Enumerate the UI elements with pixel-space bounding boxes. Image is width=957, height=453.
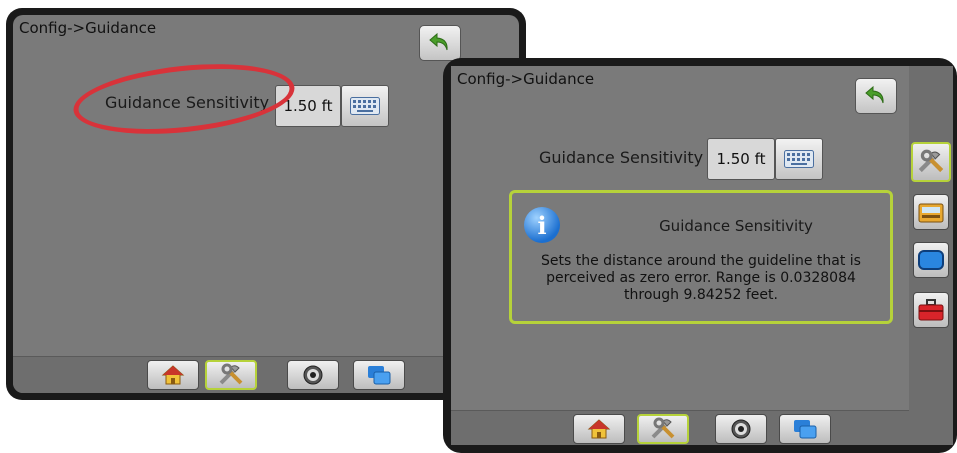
nav-gps-button[interactable]: [715, 414, 767, 444]
right-screen: Config->Guidance Guidance Sensitivity 1.…: [451, 66, 909, 445]
back-arrow-icon: [865, 85, 884, 104]
nav-tools-button[interactable]: [637, 414, 689, 444]
highlight-annotation: [70, 54, 298, 144]
keyboard-button[interactable]: [775, 138, 823, 180]
side-tab-display[interactable]: [913, 242, 949, 278]
guidance-sensitivity-value[interactable]: 1.50 ft: [707, 138, 775, 180]
back-button[interactable]: [419, 25, 461, 61]
keyboard-icon: [784, 150, 814, 168]
nav-layers-button[interactable]: [353, 360, 405, 390]
back-button[interactable]: [855, 78, 897, 114]
side-tab-column: [909, 66, 953, 445]
info-popup-title: Guidance Sensitivity: [659, 217, 813, 235]
nav-home-button[interactable]: [147, 360, 199, 390]
tools-icon: [918, 149, 944, 173]
nav-home-button[interactable]: [573, 414, 625, 444]
keyboard-button[interactable]: [341, 85, 389, 127]
keyboard-icon: [350, 97, 380, 115]
side-tab-console[interactable]: [913, 194, 949, 230]
toolbox-icon: [918, 299, 944, 321]
layers-icon: [368, 366, 391, 385]
nav-layers-button[interactable]: [779, 414, 831, 444]
nav-gps-button[interactable]: [287, 360, 339, 390]
layers-icon: [794, 420, 817, 439]
tools-icon: [219, 363, 243, 385]
back-arrow-icon: [429, 32, 448, 51]
breadcrumb: Config->Guidance: [457, 70, 595, 88]
home-icon: [161, 365, 185, 385]
breadcrumb: Config->Guidance: [19, 19, 157, 37]
gps-icon: [731, 419, 751, 439]
info-icon: i: [524, 207, 560, 243]
display-icon: [918, 250, 944, 270]
home-icon: [587, 419, 611, 439]
guidance-sensitivity-label: Guidance Sensitivity: [539, 148, 704, 167]
side-tab-tools[interactable]: [911, 142, 951, 182]
info-popup-body: Sets the distance around the guideline t…: [541, 253, 861, 303]
bottom-nav-bar: [451, 410, 909, 445]
tools-icon: [651, 417, 675, 439]
side-tab-toolbox[interactable]: [913, 292, 949, 328]
info-popup[interactable]: i Guidance Sensitivity Sets the distance…: [509, 190, 893, 324]
console-icon: [918, 203, 944, 223]
gps-icon: [303, 365, 323, 385]
right-console: Config->Guidance Guidance Sensitivity 1.…: [443, 58, 957, 453]
nav-tools-button[interactable]: [205, 360, 257, 390]
